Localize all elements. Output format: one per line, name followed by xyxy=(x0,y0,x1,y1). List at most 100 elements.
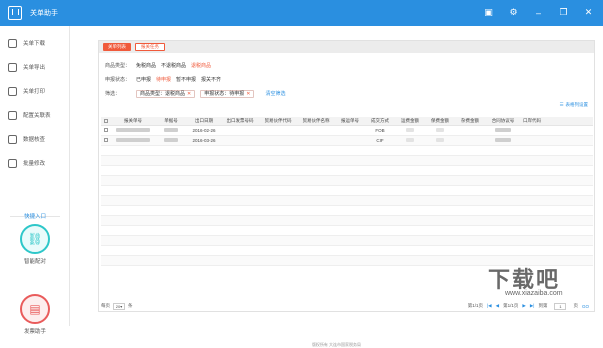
table-cell xyxy=(155,128,187,133)
select-all-checkbox[interactable] xyxy=(101,118,111,124)
table-body: 2016-02-26 FOB 2016-03-26 CIF xyxy=(101,126,593,266)
invoice-icon: ▤ xyxy=(29,302,41,316)
close-icon[interactable]: ✕ xyxy=(246,91,250,97)
current-page: 第1/1页 xyxy=(503,303,519,308)
sidebar-item-label: 配置关联表 xyxy=(23,113,51,119)
page-info: 第1/1页 xyxy=(467,303,483,308)
prev-page-button[interactable]: ◀ xyxy=(496,303,499,309)
check-icon xyxy=(8,134,17,144)
column-header: 口岸代码 xyxy=(523,118,541,123)
config-icon xyxy=(8,110,17,120)
row-checkbox[interactable] xyxy=(101,138,111,143)
table-cell xyxy=(111,138,155,143)
per-page-select[interactable]: 20 ▾ xyxy=(113,302,125,310)
table-row[interactable]: 2016-03-26 CIF xyxy=(101,136,593,146)
table-cell xyxy=(485,128,521,133)
next-page-button[interactable]: ▶ xyxy=(522,303,525,309)
pagination: 第1/1页 |◀ ◀ 第1/1页 ▶ ▶| 到第 1 页 GO xyxy=(467,302,589,310)
column-header: 杂费金额 xyxy=(461,118,479,123)
smart-match-button[interactable]: ⛓ xyxy=(20,224,50,254)
quick-entry-title: 快捷入口 xyxy=(23,214,46,220)
sidebar-item-label: 数据核查 xyxy=(23,137,46,143)
declare-status-filter: 申报状态： 已申报 待申报 暂不申报 报关不齐 xyxy=(105,75,221,84)
watermark-url: www.xiazaiba.com xyxy=(505,290,563,297)
jump-page-value: 1 xyxy=(559,303,562,309)
table-header: 报关单号 单据号 出口日期 出口发票号码 贸易伙伴代码 贸易伙伴名称 报运单号 成交方式 运费金… xyxy=(101,117,593,126)
table-row[interactable] xyxy=(101,156,593,166)
filter-option-declared[interactable]: 已申报 xyxy=(136,76,151,83)
sidebar-item-check[interactable]: 数据核查 xyxy=(0,128,69,150)
column-header: 合同协议号 xyxy=(491,118,515,123)
sidebar-item-config[interactable]: 配置关联表 xyxy=(0,104,69,126)
table-cell xyxy=(425,138,455,143)
link-icon: ⛓ xyxy=(27,232,43,246)
column-settings-button[interactable]: ☰ 表格列设置 xyxy=(559,102,588,108)
column-header: 保费金额 xyxy=(431,118,449,123)
filter-option-refund[interactable]: 退税商品 xyxy=(191,62,211,69)
filter-chip-status[interactable]: 申报状态：待申报 ✕ xyxy=(200,89,255,98)
table-row[interactable] xyxy=(101,176,593,186)
app-logo-icon xyxy=(8,6,22,20)
row-checkbox[interactable] xyxy=(101,128,111,133)
table-row[interactable] xyxy=(101,146,593,156)
filter-chip-goods[interactable]: 商品类型：退税商品 ✕ xyxy=(136,89,196,98)
per-page-label: 每页 xyxy=(101,303,110,308)
screening-label: 筛选： xyxy=(105,91,121,97)
go-button[interactable]: GO xyxy=(582,304,589,309)
table-row[interactable] xyxy=(101,216,593,226)
last-page-button[interactable]: ▶| xyxy=(530,303,535,309)
table-cell xyxy=(111,128,155,133)
chip-label: 申报状态：待申报 xyxy=(204,91,245,97)
table-row[interactable] xyxy=(101,226,593,236)
filter-option-not-declare[interactable]: 暂不申报 xyxy=(176,76,196,83)
table-cell: 2016-03-26 xyxy=(192,138,216,143)
smart-match-label: 智能配对 xyxy=(23,259,46,265)
tab-customs-list[interactable]: 关单列表 xyxy=(103,43,131,51)
table-cell xyxy=(155,138,187,143)
column-header: 单据号 xyxy=(164,118,178,123)
gear-icon[interactable]: ⚙ xyxy=(507,6,520,19)
sidebar-item-batch-edit[interactable]: 批量修改 xyxy=(0,152,69,174)
invoice-assistant-button[interactable]: ▤ xyxy=(20,294,50,324)
table-row[interactable] xyxy=(101,206,593,216)
filter-option-no-refund[interactable]: 不退税商品 xyxy=(161,62,186,69)
panel-tabs: 关单列表 报关任务 xyxy=(99,41,594,53)
filter-option-incomplete[interactable]: 报关不齐 xyxy=(201,76,221,83)
filter-option-tax-free[interactable]: 免税商品 xyxy=(136,62,156,69)
sidebar-item-label: 关单下载 xyxy=(23,41,46,47)
sidebar-item-label: 关单导出 xyxy=(23,65,46,71)
first-page-button[interactable]: |◀ xyxy=(487,303,492,309)
table-row[interactable] xyxy=(101,246,593,256)
title-bar: 关单助手 ▣ ⚙ – ❐ ✕ xyxy=(0,0,603,26)
minimize-icon[interactable]: – xyxy=(532,6,545,19)
sidebar: 关单下载 关单导出 关单打印 配置关联表 数据核查 批量修改 快捷入口 ⛓ 智能… xyxy=(0,26,70,335)
clear-filters-link[interactable]: 清空筛选 xyxy=(265,90,285,97)
printer-icon xyxy=(8,86,17,96)
table-row[interactable] xyxy=(101,236,593,246)
table-row[interactable] xyxy=(101,166,593,176)
per-page-value: 20 xyxy=(115,303,121,309)
close-icon[interactable]: ✕ xyxy=(187,91,191,97)
list-icon: ☰ xyxy=(559,102,564,107)
restore-icon[interactable]: ❐ xyxy=(557,6,570,19)
sidebar-item-print[interactable]: 关单打印 xyxy=(0,80,69,102)
tab-declare-task[interactable]: 报关任务 xyxy=(135,43,165,51)
filter-option-pending[interactable]: 待申报 xyxy=(156,76,171,83)
column-settings-label: 表格列设置 xyxy=(565,102,589,107)
goods-type-label: 商品类型： xyxy=(105,63,131,69)
table-cell xyxy=(395,128,425,133)
column-header: 贸易伙伴名称 xyxy=(302,118,330,123)
column-header: 报运单号 xyxy=(341,118,359,123)
table-row[interactable] xyxy=(101,196,593,206)
jump-page-input[interactable]: 1 xyxy=(554,302,567,310)
table-row[interactable]: 2016-02-26 FOB xyxy=(101,126,593,136)
per-page-unit: 条 xyxy=(128,303,133,308)
column-header: 成交方式 xyxy=(371,118,389,123)
table-cell: CIF xyxy=(376,138,384,143)
sidebar-item-download[interactable]: 关单下载 xyxy=(0,32,69,54)
close-icon[interactable]: ✕ xyxy=(582,6,595,19)
goods-type-filter: 商品类型： 免税商品 不退税商品 退税商品 xyxy=(105,61,211,70)
sidebar-item-export[interactable]: 关单导出 xyxy=(0,56,69,78)
table-row[interactable] xyxy=(101,186,593,196)
calendar-icon[interactable]: ▣ xyxy=(482,6,495,19)
